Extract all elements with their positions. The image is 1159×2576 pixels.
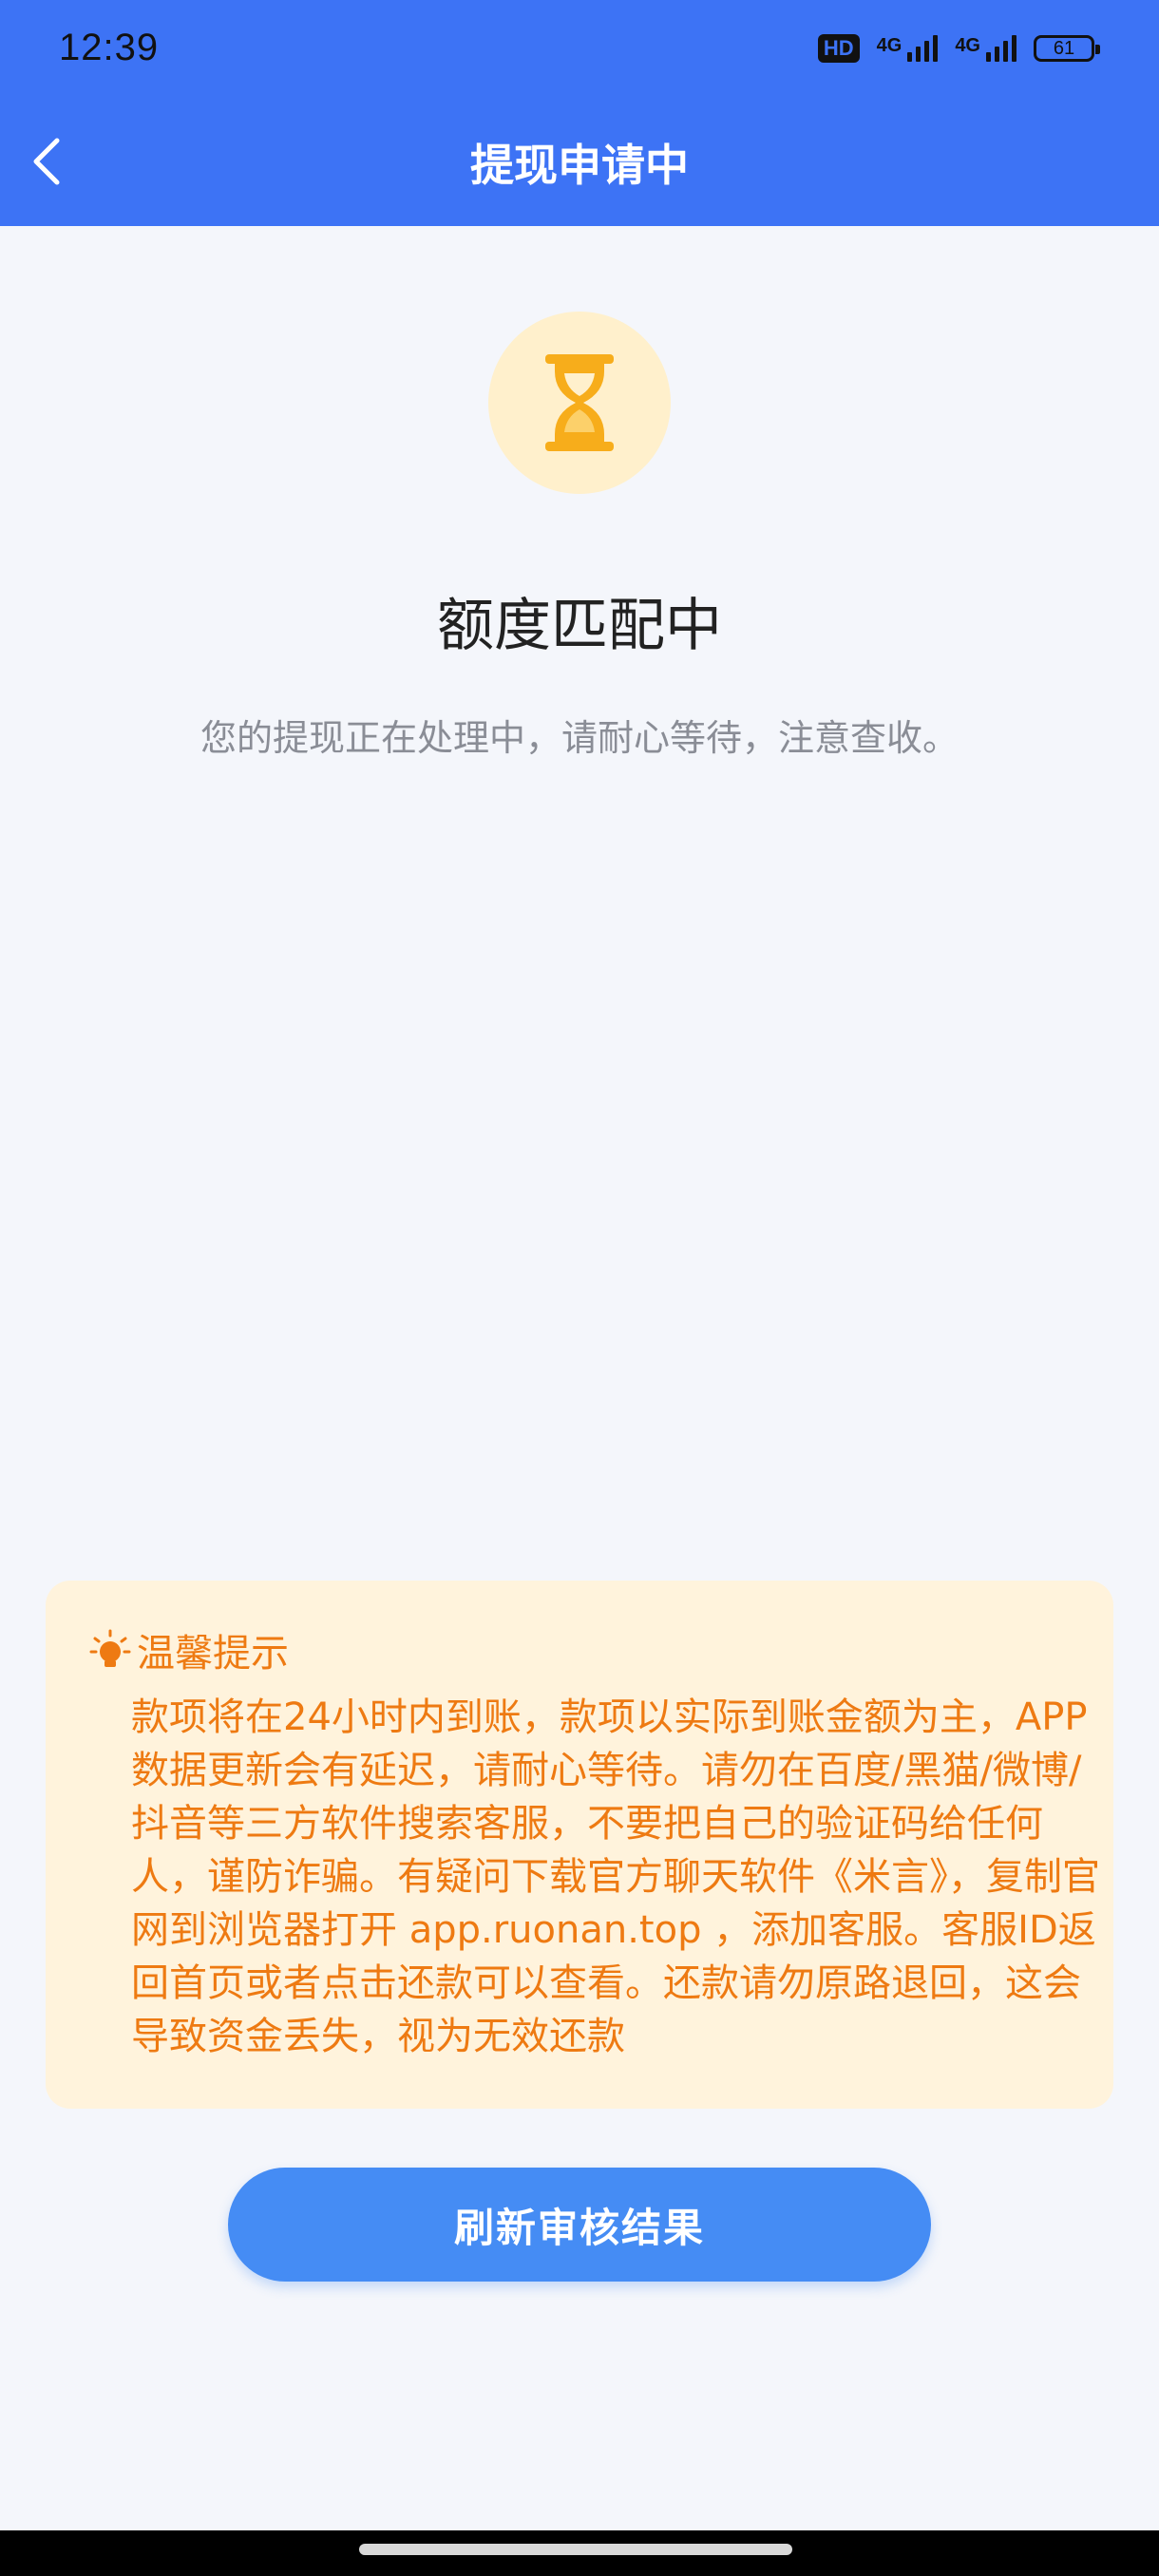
gesture-bar[interactable] xyxy=(359,2544,792,2555)
status-time: 12:39 xyxy=(59,27,160,68)
battery-icon: 61 xyxy=(1034,35,1100,62)
lightbulb-icon xyxy=(89,1629,131,1667)
page-title: 提现申请中 xyxy=(470,140,689,191)
status-heading: 额度匹配中 xyxy=(437,593,722,659)
network-type-2: 4G xyxy=(955,35,980,56)
status-icon-circle xyxy=(488,312,671,494)
tip-body: 款项将在24小时内到账，款项以实际到账金额为主，APP数据更新会有延迟，请耐心等… xyxy=(131,1695,1100,2058)
system-nav-area xyxy=(0,2530,1159,2576)
refresh-review-button[interactable]: 刷新审核结果 xyxy=(228,2168,931,2282)
tip-card: 温馨提示 款项将在24小时内到账，款项以实际到账金额为主，APP数据更新会有延迟… xyxy=(46,1581,1113,2109)
tip-title: 温馨提示 xyxy=(137,1632,289,1676)
network-type-1: 4G xyxy=(876,35,902,56)
hourglass-icon xyxy=(545,354,614,451)
app-header: 12:39 HD 4G 4G 61 提现申请中 xyxy=(0,0,1159,226)
withdrawal-status-page: 12:39 HD 4G 4G 61 提现申请中 额度匹配中 您的提现正在处理中，… xyxy=(0,0,1159,2576)
hd-badge: HD xyxy=(817,34,860,63)
status-description: 您的提现正在处理中，请耐心等待，注意查收。 xyxy=(200,717,959,759)
signal-icon-2: 4G xyxy=(955,35,1016,62)
status-indicators: HD 4G 4G 61 xyxy=(817,34,1100,63)
signal-icon-1: 4G xyxy=(877,35,939,62)
tip-header: 温馨提示 xyxy=(89,1622,289,1677)
